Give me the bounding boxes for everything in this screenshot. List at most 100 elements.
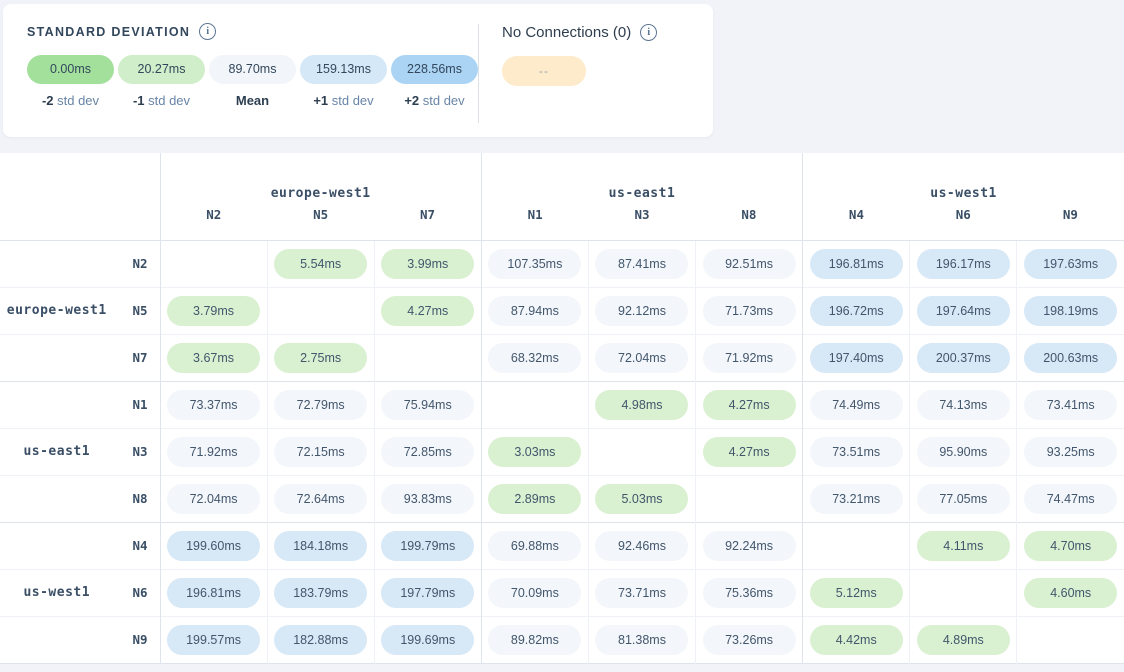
latency-chip[interactable]: 72.15ms [274, 437, 367, 467]
latency-chip[interactable]: 196.81ms [810, 249, 903, 279]
latency-cell[interactable] [588, 428, 695, 475]
info-icon[interactable]: i [640, 24, 657, 41]
latency-cell[interactable]: 73.37ms [160, 381, 267, 428]
latency-chip[interactable]: 72.79ms [274, 390, 367, 420]
latency-cell[interactable]: 3.79ms [160, 287, 267, 334]
latency-chip[interactable]: 4.89ms [917, 625, 1010, 655]
latency-cell[interactable]: 199.69ms [374, 616, 481, 663]
latency-cell[interactable]: 199.60ms [160, 522, 267, 569]
latency-cell[interactable] [374, 334, 481, 381]
latency-cell[interactable]: 4.42ms [803, 616, 910, 663]
latency-chip[interactable]: 71.73ms [703, 296, 796, 326]
latency-cell[interactable] [910, 569, 1017, 616]
latency-cell[interactable]: 199.57ms [160, 616, 267, 663]
latency-cell[interactable]: 87.94ms [481, 287, 588, 334]
latency-cell[interactable]: 68.32ms [481, 334, 588, 381]
latency-cell[interactable] [267, 287, 374, 334]
latency-chip[interactable]: 92.51ms [703, 249, 796, 279]
latency-cell[interactable]: 71.92ms [696, 334, 803, 381]
latency-chip[interactable]: 3.67ms [167, 343, 260, 373]
latency-cell[interactable]: 3.67ms [160, 334, 267, 381]
latency-cell[interactable]: 89.82ms [481, 616, 588, 663]
latency-cell[interactable]: 4.27ms [696, 428, 803, 475]
latency-cell[interactable]: 5.03ms [588, 475, 695, 522]
latency-chip[interactable]: 89.82ms [488, 625, 581, 655]
latency-cell[interactable]: 4.60ms [1017, 569, 1124, 616]
latency-chip[interactable]: 5.12ms [810, 578, 903, 608]
latency-chip[interactable]: 73.71ms [595, 578, 688, 608]
latency-cell[interactable]: 71.73ms [696, 287, 803, 334]
latency-cell[interactable]: 5.12ms [803, 569, 910, 616]
latency-chip[interactable]: 184.18ms [274, 531, 367, 561]
latency-cell[interactable]: 5.54ms [267, 240, 374, 287]
latency-chip[interactable]: 71.92ms [167, 437, 260, 467]
latency-chip[interactable]: 73.37ms [167, 390, 260, 420]
latency-chip[interactable]: 200.63ms [1024, 343, 1117, 373]
latency-chip[interactable]: 92.12ms [595, 296, 688, 326]
latency-cell[interactable]: 74.49ms [803, 381, 910, 428]
latency-cell[interactable]: 198.19ms [1017, 287, 1124, 334]
latency-cell[interactable]: 92.12ms [588, 287, 695, 334]
latency-cell[interactable]: 72.64ms [267, 475, 374, 522]
latency-chip[interactable]: 4.60ms [1024, 578, 1117, 608]
latency-chip[interactable]: 75.94ms [381, 390, 474, 420]
latency-cell[interactable]: 197.63ms [1017, 240, 1124, 287]
latency-chip[interactable]: 199.60ms [167, 531, 260, 561]
latency-chip[interactable]: 74.49ms [810, 390, 903, 420]
latency-cell[interactable]: 200.63ms [1017, 334, 1124, 381]
latency-cell[interactable]: 72.85ms [374, 428, 481, 475]
latency-chip[interactable]: 75.36ms [703, 578, 796, 608]
latency-cell[interactable]: 184.18ms [267, 522, 374, 569]
latency-cell[interactable]: 182.88ms [267, 616, 374, 663]
latency-cell[interactable]: 72.04ms [588, 334, 695, 381]
latency-chip[interactable]: 4.70ms [1024, 531, 1117, 561]
latency-cell[interactable]: 72.04ms [160, 475, 267, 522]
latency-chip[interactable]: 4.27ms [703, 437, 796, 467]
latency-chip[interactable]: 199.69ms [381, 625, 474, 655]
latency-chip[interactable]: 196.81ms [167, 578, 260, 608]
latency-chip[interactable]: 73.41ms [1024, 390, 1117, 420]
latency-chip[interactable]: 95.90ms [917, 437, 1010, 467]
latency-cell[interactable]: 197.64ms [910, 287, 1017, 334]
latency-cell[interactable]: 3.99ms [374, 240, 481, 287]
latency-chip[interactable]: 196.17ms [917, 249, 1010, 279]
latency-chip[interactable]: 72.85ms [381, 437, 474, 467]
latency-chip[interactable]: 5.54ms [274, 249, 367, 279]
latency-chip[interactable]: 197.63ms [1024, 249, 1117, 279]
latency-chip[interactable]: 3.79ms [167, 296, 260, 326]
latency-chip[interactable]: 183.79ms [274, 578, 367, 608]
latency-chip[interactable]: 3.03ms [488, 437, 581, 467]
latency-cell[interactable]: 199.79ms [374, 522, 481, 569]
latency-cell[interactable]: 75.94ms [374, 381, 481, 428]
latency-cell[interactable]: 75.36ms [696, 569, 803, 616]
latency-cell[interactable]: 107.35ms [481, 240, 588, 287]
latency-chip[interactable]: 69.88ms [488, 531, 581, 561]
latency-cell[interactable]: 77.05ms [910, 475, 1017, 522]
latency-chip[interactable]: 107.35ms [488, 249, 581, 279]
latency-chip[interactable]: 87.41ms [595, 249, 688, 279]
latency-chip[interactable]: 198.19ms [1024, 296, 1117, 326]
latency-cell[interactable]: 196.72ms [803, 287, 910, 334]
latency-cell[interactable]: 183.79ms [267, 569, 374, 616]
latency-chip[interactable]: 87.94ms [488, 296, 581, 326]
latency-cell[interactable]: 93.83ms [374, 475, 481, 522]
latency-chip[interactable]: 73.26ms [703, 625, 796, 655]
latency-chip[interactable]: 81.38ms [595, 625, 688, 655]
latency-cell[interactable]: 72.79ms [267, 381, 374, 428]
latency-cell[interactable]: 92.46ms [588, 522, 695, 569]
latency-cell[interactable]: 93.25ms [1017, 428, 1124, 475]
latency-cell[interactable]: 74.47ms [1017, 475, 1124, 522]
latency-chip[interactable]: 73.21ms [810, 484, 903, 514]
latency-cell[interactable] [160, 240, 267, 287]
latency-chip[interactable]: 4.11ms [917, 531, 1010, 561]
latency-cell[interactable]: 73.71ms [588, 569, 695, 616]
latency-chip[interactable]: 92.24ms [703, 531, 796, 561]
latency-chip[interactable]: 199.79ms [381, 531, 474, 561]
latency-cell[interactable]: 73.41ms [1017, 381, 1124, 428]
latency-cell[interactable]: 4.70ms [1017, 522, 1124, 569]
latency-cell[interactable]: 4.27ms [374, 287, 481, 334]
latency-chip[interactable]: 68.32ms [488, 343, 581, 373]
latency-chip[interactable]: 74.13ms [917, 390, 1010, 420]
latency-cell[interactable]: 200.37ms [910, 334, 1017, 381]
latency-chip[interactable]: 73.51ms [810, 437, 903, 467]
